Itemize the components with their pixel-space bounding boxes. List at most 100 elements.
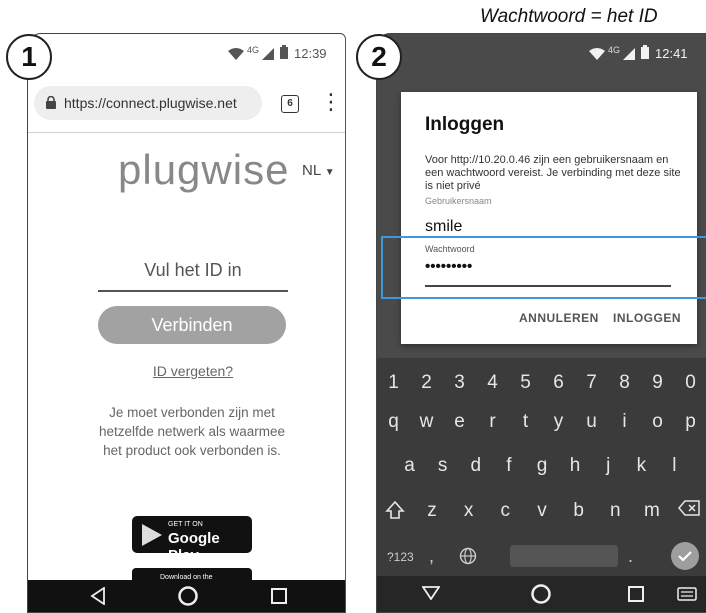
check-icon	[678, 551, 692, 562]
status-time: 12:39	[294, 46, 327, 61]
phone-screen-step-1: 4G 12:39 https://connect.plugwise.net 6 …	[27, 33, 346, 613]
signal-icon	[262, 47, 274, 65]
status-bar: 4G 12:39	[28, 34, 345, 76]
symbols-key[interactable]: ?123	[387, 550, 414, 564]
key[interactable]: g	[527, 455, 557, 477]
step-2-badge: 2	[356, 34, 402, 80]
recents-icon[interactable]	[271, 588, 287, 609]
key[interactable]: 7	[577, 372, 607, 394]
key[interactable]: o	[643, 411, 673, 433]
network-label: 4G	[608, 45, 621, 55]
keyboard-row-2: a s d f g h j k l	[393, 455, 691, 477]
language-selector[interactable]: NL ▼	[302, 162, 335, 179]
key[interactable]: w	[412, 411, 442, 433]
keyboard-row-4: ?123 , .	[377, 542, 706, 572]
key[interactable]: 9	[643, 372, 673, 394]
enter-key[interactable]	[671, 542, 699, 570]
key[interactable]: y	[544, 411, 574, 433]
tab-switcher-button[interactable]: 6	[281, 95, 299, 113]
annotation-highlight-box	[381, 236, 706, 299]
key[interactable]: c	[490, 500, 520, 526]
status-bar: 4G 12:41	[377, 34, 706, 76]
period-key[interactable]: .	[628, 546, 633, 567]
globe-icon[interactable]	[459, 547, 477, 570]
connect-button[interactable]: Verbinden	[98, 306, 286, 344]
annotation-label: Wachtwoord = het ID	[480, 6, 658, 27]
back-icon[interactable]	[90, 586, 106, 610]
home-icon[interactable]	[177, 585, 199, 612]
login-button[interactable]: INLOGGEN	[613, 311, 681, 325]
wifi-icon	[589, 47, 605, 65]
phone-screen-step-2: 4G 12:41 Inloggen Voor http://10.20.0.46…	[376, 33, 706, 613]
wifi-icon	[228, 47, 244, 65]
key[interactable]: d	[461, 455, 491, 477]
battery-icon	[641, 45, 649, 64]
signal-icon	[623, 47, 635, 65]
key[interactable]: x	[454, 500, 484, 526]
address-bar[interactable]: https://connect.plugwise.net	[34, 86, 262, 120]
dialog-title: Inloggen	[425, 114, 505, 135]
key[interactable]: 6	[544, 372, 574, 394]
network-info-text: Je moet verbonden zijn met hetzelfde net…	[98, 405, 286, 458]
android-nav-bar	[28, 580, 345, 612]
keyboard-row-numbers: 1 2 3 4 5 6 7 8 9 0	[377, 372, 706, 394]
cancel-button[interactable]: ANNULEREN	[519, 311, 599, 325]
google-play-badge[interactable]: GET IT ON Google Play	[132, 516, 252, 564]
key[interactable]: h	[560, 455, 590, 477]
id-input-underline	[98, 290, 288, 292]
keyboard-switch-icon[interactable]	[677, 587, 697, 606]
key[interactable]: 5	[511, 372, 541, 394]
keyboard-row-3: z x c v b n m	[377, 500, 706, 526]
key[interactable]: 2	[412, 372, 442, 394]
language-label: NL	[302, 162, 321, 179]
forgot-id-link[interactable]: ID vergeten?	[123, 363, 263, 379]
home-icon[interactable]	[530, 583, 552, 610]
key[interactable]: n	[600, 500, 630, 526]
key[interactable]: t	[511, 411, 541, 433]
key[interactable]: f	[494, 455, 524, 477]
shift-icon[interactable]	[380, 500, 410, 526]
key[interactable]: l	[659, 455, 689, 477]
username-label: Gebruikersnaam	[425, 196, 492, 206]
google-play-small-text: GET IT ON	[168, 521, 203, 528]
key[interactable]: 1	[379, 372, 409, 394]
key[interactable]: z	[417, 500, 447, 526]
key[interactable]: v	[527, 500, 557, 526]
spacebar[interactable]	[510, 545, 618, 567]
recents-icon[interactable]	[628, 586, 644, 607]
battery-icon	[280, 45, 288, 64]
key[interactable]: p	[676, 411, 706, 433]
key[interactable]: r	[478, 411, 508, 433]
key[interactable]: k	[626, 455, 656, 477]
key[interactable]: 3	[445, 372, 475, 394]
key[interactable]: i	[610, 411, 640, 433]
dialog-message: Voor http://10.20.0.46 zijn een gebruike…	[425, 154, 681, 192]
key[interactable]: m	[637, 500, 667, 526]
android-nav-bar	[377, 576, 706, 612]
key[interactable]: 4	[478, 372, 508, 394]
backspace-icon[interactable]	[674, 500, 704, 526]
plugwise-logo: plugwise	[118, 146, 290, 193]
key[interactable]: 0	[676, 372, 706, 394]
keyboard-row-1: q w e r t y u i o p	[377, 411, 706, 433]
google-play-text: Google Play	[168, 530, 220, 564]
username-field[interactable]: smile	[425, 218, 462, 236]
key[interactable]: b	[564, 500, 594, 526]
key[interactable]: j	[593, 455, 623, 477]
key[interactable]: s	[428, 455, 458, 477]
network-label: 4G	[247, 45, 260, 55]
id-input[interactable]: Vul het ID in	[98, 260, 288, 281]
key[interactable]: u	[577, 411, 607, 433]
comma-key[interactable]: ,	[429, 546, 434, 567]
lock-icon	[46, 95, 56, 114]
play-store-icon	[142, 524, 162, 551]
login-dialog: Inloggen Voor http://10.20.0.46 zijn een…	[401, 92, 697, 344]
caret-down-icon: ▼	[324, 167, 335, 178]
overflow-menu-icon[interactable]: ⋮	[320, 91, 342, 113]
key[interactable]: q	[379, 411, 409, 433]
key[interactable]: e	[445, 411, 475, 433]
toolbar-divider	[28, 132, 345, 133]
key[interactable]: 8	[610, 372, 640, 394]
key[interactable]: a	[395, 455, 425, 477]
back-down-icon[interactable]	[421, 586, 441, 605]
